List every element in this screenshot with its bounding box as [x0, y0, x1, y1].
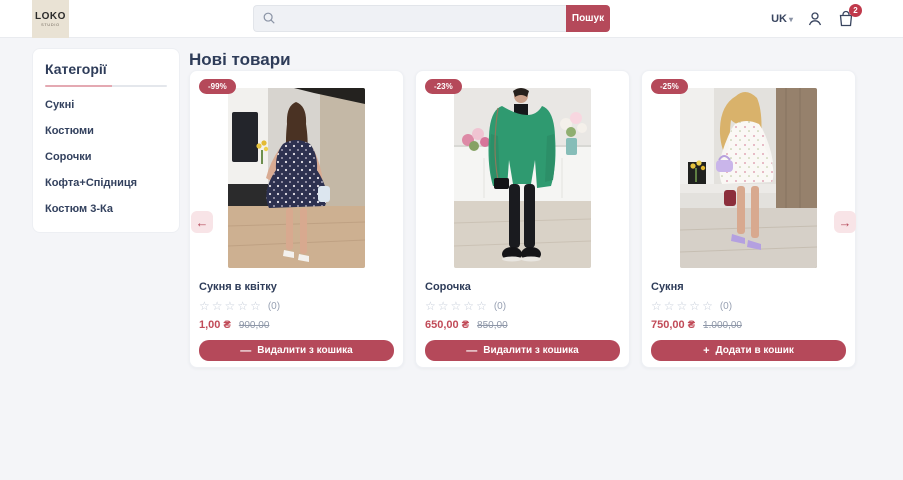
button-label: Видалити з кошика — [257, 345, 353, 356]
sidebar-item-sweater-skirt[interactable]: Кофта+Спідниця — [45, 170, 167, 196]
product-image[interactable] — [228, 88, 365, 268]
star-icon[interactable]: ☆ — [225, 299, 236, 313]
logo-text: LOKO — [35, 10, 66, 22]
discount-badge: -99% — [199, 79, 236, 94]
add-to-cart-button[interactable]: + Додати в кошик — [651, 340, 846, 361]
star-icon[interactable]: ☆ — [651, 299, 662, 313]
search-icon — [263, 12, 275, 24]
sidebar-item-suits[interactable]: Костюми — [45, 118, 167, 144]
sidebar-divider — [45, 85, 167, 87]
carousel-next-button[interactable]: → — [834, 211, 856, 233]
discount-badge: -23% — [425, 79, 462, 94]
sidebar-title: Категорії — [45, 61, 107, 77]
minus-icon: — — [240, 344, 252, 357]
chevron-down-icon: ▾ — [788, 14, 793, 24]
rating: ☆ ☆ ☆ ☆ ☆ (0) — [651, 299, 846, 313]
user-icon — [808, 12, 822, 26]
product-image[interactable] — [680, 88, 817, 268]
rating-count: (0) — [493, 300, 507, 312]
star-icon[interactable]: ☆ — [212, 299, 223, 313]
language-selector[interactable]: UK ▾ — [771, 13, 793, 25]
plus-icon: + — [703, 344, 710, 357]
discount-badge: -25% — [651, 79, 688, 94]
star-icon[interactable]: ☆ — [237, 299, 248, 313]
header: LOKO STUDIO Пошук UK ▾ 2 — [0, 0, 903, 38]
rating-count: (0) — [719, 300, 733, 312]
sidebar-categories: Категорії Сукні Костюми Сорочки Кофта+Сп… — [32, 48, 180, 233]
current-price: 750,00 ₴ — [651, 319, 696, 331]
sidebar-item-dresses[interactable]: Сукні — [45, 92, 167, 118]
cart-button[interactable]: 2 — [837, 4, 862, 28]
sidebar-item-suit-3pc[interactable]: Костюм 3-Ка — [45, 196, 167, 222]
star-icon[interactable]: ☆ — [451, 299, 462, 313]
price-row: 1,00 ₴ 900,00 — [199, 319, 394, 331]
old-price: 900,00 — [238, 320, 270, 331]
page-title: Нові товари — [189, 50, 291, 69]
button-label: Видалити з кошика — [483, 345, 579, 356]
account-button[interactable] — [806, 10, 824, 28]
star-icon[interactable]: ☆ — [463, 299, 474, 313]
search-input-box — [253, 5, 566, 32]
minus-icon: — — [466, 344, 478, 357]
star-icon[interactable]: ☆ — [199, 299, 210, 313]
product-card: -23% Сорочка ☆ ☆ ☆ ☆ ☆ (0) 650,00 ₴ 850,… — [415, 70, 630, 368]
product-image[interactable] — [454, 88, 591, 268]
logo-subtext: STUDIO — [41, 22, 60, 27]
button-label: Додати в кошик — [715, 345, 794, 356]
search-button[interactable]: Пошук — [566, 5, 610, 32]
remove-from-cart-button[interactable]: — Видалити з кошика — [425, 340, 620, 361]
header-right: UK ▾ 2 — [771, 0, 862, 38]
current-price: 650,00 ₴ — [425, 319, 470, 331]
star-icon[interactable]: ☆ — [476, 299, 487, 313]
product-card: -99% Сукня в квітку ☆ ☆ ☆ ☆ ☆ (0) 1,00 ₴… — [189, 70, 404, 368]
star-icon[interactable]: ☆ — [689, 299, 700, 313]
star-icon[interactable]: ☆ — [664, 299, 675, 313]
rating: ☆ ☆ ☆ ☆ ☆ (0) — [199, 299, 394, 313]
star-icon[interactable]: ☆ — [250, 299, 261, 313]
sidebar-item-shirts[interactable]: Сорочки — [45, 144, 167, 170]
price-row: 750,00 ₴ 1.000,00 — [651, 319, 846, 331]
remove-from-cart-button[interactable]: — Видалити з кошика — [199, 340, 394, 361]
arrow-right-icon: → — [838, 214, 852, 230]
logo[interactable]: LOKO STUDIO — [32, 0, 69, 38]
product-card: -25% Сукня ☆ ☆ ☆ ☆ ☆ (0) 750,00 ₴ 1.000,… — [641, 70, 856, 368]
star-icon[interactable]: ☆ — [425, 299, 436, 313]
search-bar: Пошук — [253, 5, 610, 32]
product-title[interactable]: Сорочка — [425, 281, 620, 293]
star-icon[interactable]: ☆ — [438, 299, 449, 313]
product-carousel: -99% Сукня в квітку ☆ ☆ ☆ ☆ ☆ (0) 1,00 ₴… — [189, 70, 856, 368]
current-price: 1,00 ₴ — [199, 319, 231, 331]
arrow-left-icon: ← — [195, 214, 209, 230]
rating: ☆ ☆ ☆ ☆ ☆ (0) — [425, 299, 620, 313]
language-label: UK — [771, 13, 787, 25]
star-icon[interactable]: ☆ — [677, 299, 688, 313]
price-row: 650,00 ₴ 850,00 — [425, 319, 620, 331]
product-title[interactable]: Сукня — [651, 281, 846, 293]
old-price: 1.000,00 — [703, 320, 742, 331]
star-icon[interactable]: ☆ — [702, 299, 713, 313]
search-input[interactable] — [253, 5, 566, 32]
old-price: 850,00 — [477, 320, 508, 331]
rating-count: (0) — [267, 300, 281, 312]
cart-count-badge: 2 — [849, 4, 862, 17]
carousel-prev-button[interactable]: ← — [191, 211, 213, 233]
product-title[interactable]: Сукня в квітку — [199, 281, 394, 293]
